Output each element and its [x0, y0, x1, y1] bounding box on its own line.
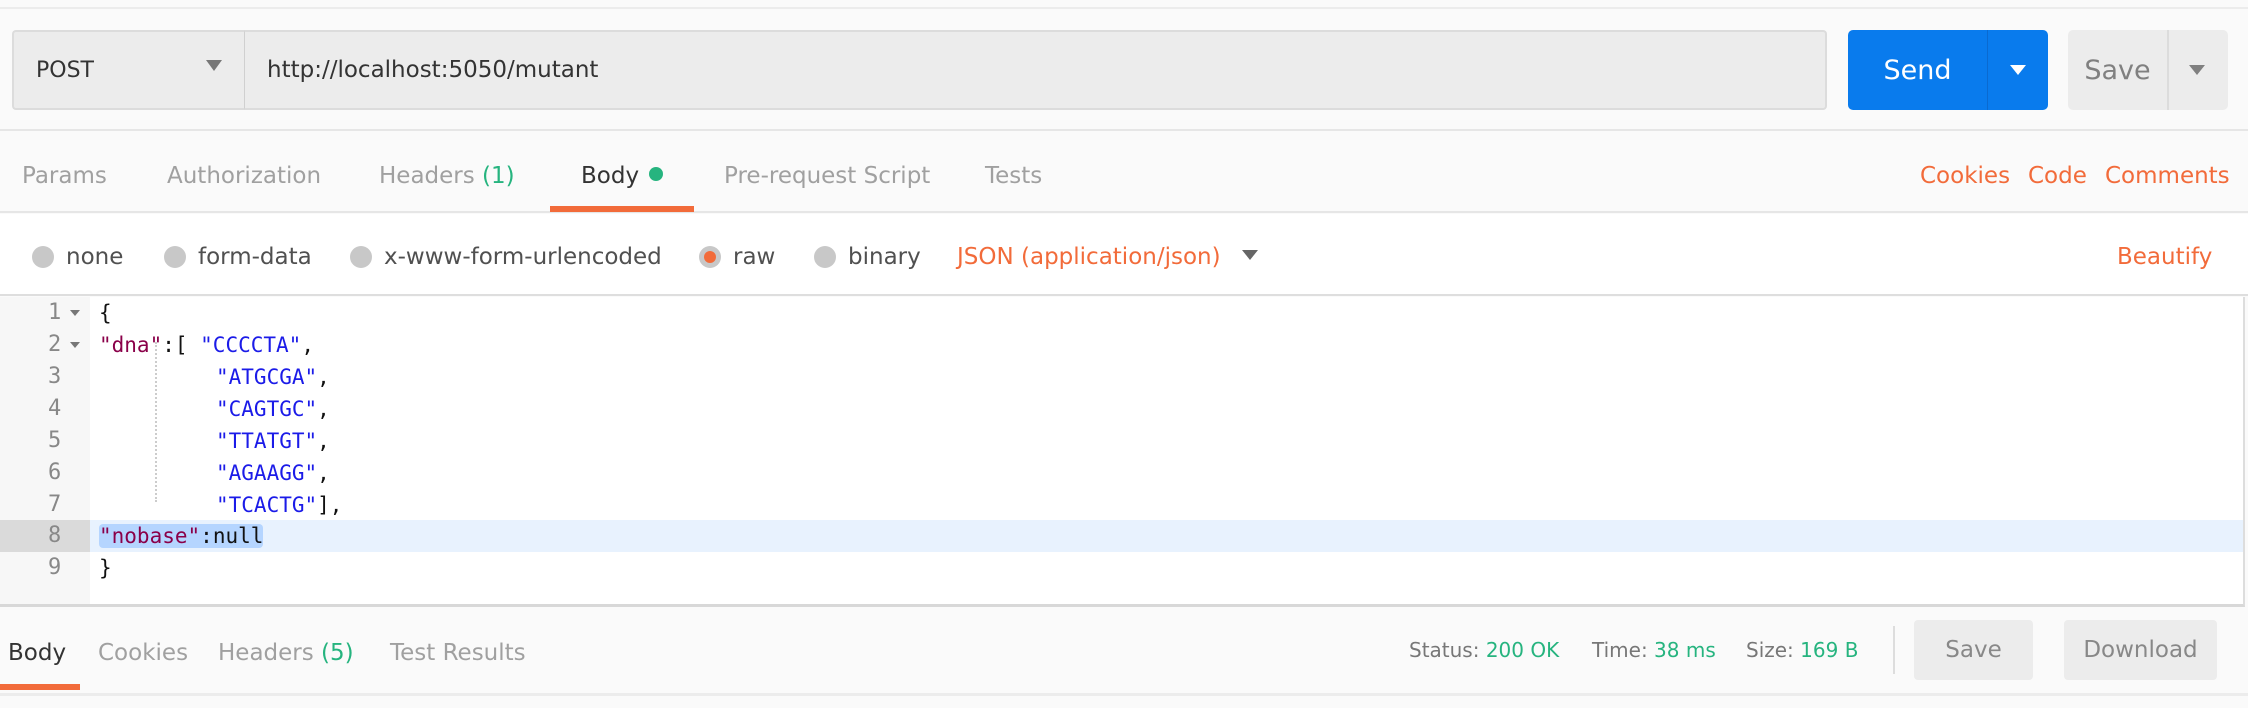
status-readout: Status: 200 OK [1409, 638, 1560, 662]
headers-count: (5) [321, 640, 354, 666]
url-input[interactable]: http://localhost:5050/mutant [245, 30, 1827, 110]
divider [1893, 626, 1895, 674]
active-response-tab-indicator [0, 684, 80, 690]
code-line: "ATGCGA", [216, 365, 330, 389]
radio-label: binary [848, 244, 921, 270]
response-tab-body[interactable]: Body [8, 640, 66, 666]
line-gutter: 1 2 3 4 5 6 7 8 9 [0, 297, 90, 604]
radio-none[interactable]: none [32, 244, 123, 270]
code-line: "dna":[ "CCCCTA", [99, 333, 314, 357]
tab-params[interactable]: Params [22, 163, 107, 189]
tab-label: Headers [218, 640, 314, 666]
tab-label: Body [581, 163, 640, 189]
download-button[interactable]: Download [2064, 620, 2217, 680]
response-tab-test-results[interactable]: Test Results [390, 640, 526, 666]
save-response-button[interactable]: Save [1914, 620, 2033, 680]
radio-label: form-data [198, 244, 312, 270]
radio-form-data[interactable]: form-data [164, 244, 312, 270]
beautify-link[interactable]: Beautify [2117, 244, 2212, 270]
headers-count: (1) [482, 163, 515, 189]
status-value: 200 OK [1485, 638, 1560, 662]
code-line: } [99, 556, 112, 580]
fold-icon[interactable] [70, 342, 80, 348]
radio-x-www-form-urlencoded[interactable]: x-www-form-urlencoded [350, 244, 662, 270]
cookies-link[interactable]: Cookies [1920, 163, 2010, 189]
current-line-highlight [90, 520, 2243, 552]
line-number: 5 [48, 428, 62, 453]
radio-raw[interactable]: raw [699, 244, 775, 270]
radio-selected-icon [699, 246, 721, 268]
line-number: 7 [48, 492, 62, 517]
code-link[interactable]: Code [2028, 163, 2087, 189]
radio-binary[interactable]: binary [814, 244, 921, 270]
tab-pre-request-script[interactable]: Pre-request Script [724, 163, 930, 189]
chevron-down-icon [206, 60, 222, 71]
line-number-current: 8 [0, 520, 90, 552]
response-bar: Body Cookies Headers (5) Test Results St… [0, 608, 2248, 696]
code-line: "TTATGT", [216, 429, 330, 453]
top-strip [0, 0, 2248, 9]
response-tab-headers[interactable]: Headers (5) [218, 640, 354, 666]
line-number: 4 [48, 396, 62, 421]
tab-tests[interactable]: Tests [985, 163, 1042, 189]
radio-label: x-www-form-urlencoded [384, 244, 662, 270]
time-value: 38 ms [1654, 638, 1716, 662]
send-button-group: Send [1848, 30, 2048, 110]
size-readout: Size: 169 B [1746, 638, 1859, 662]
save-button[interactable]: Save [2068, 30, 2167, 110]
response-tab-cookies[interactable]: Cookies [98, 640, 188, 666]
radio-label: none [66, 244, 124, 270]
request-tabs: Params Authorization Headers (1) Body Pr… [0, 133, 2248, 213]
url-value: http://localhost:5050/mutant [267, 57, 599, 83]
fold-icon[interactable] [70, 310, 80, 316]
save-options-button[interactable] [2169, 30, 2228, 110]
indent-guide [155, 342, 157, 502]
caret-down-icon[interactable] [1242, 250, 1258, 260]
radio-icon [164, 246, 186, 268]
code-line: "TCACTG"], [216, 493, 343, 517]
code-editor[interactable]: 1 2 3 4 5 6 7 8 9 { "dna":[ "CCCCTA", "A… [0, 297, 2245, 607]
save-button-group: Save [2068, 30, 2228, 110]
caret-down-icon [2010, 65, 2026, 75]
caret-down-icon [2189, 65, 2205, 75]
content-type-select[interactable]: JSON (application/json) [957, 244, 1221, 270]
code-line: "AGAAGG", [216, 461, 330, 485]
active-tab-indicator [550, 206, 694, 212]
tab-body[interactable]: Body [581, 163, 664, 189]
status-dot-icon [649, 167, 664, 181]
tab-headers[interactable]: Headers (1) [379, 163, 515, 189]
code-line: "CAGTGC", [216, 397, 330, 421]
line-number: 2 [0, 329, 90, 361]
radio-icon [350, 246, 372, 268]
line-number: 6 [48, 460, 62, 485]
send-button[interactable]: Send [1848, 30, 1987, 110]
time-readout: Time: 38 ms [1592, 638, 1716, 662]
line-number: 9 [48, 555, 62, 580]
method-value: POST [36, 57, 94, 83]
radio-icon [32, 246, 54, 268]
radio-label: raw [733, 244, 776, 270]
comments-link[interactable]: Comments [2105, 163, 2230, 189]
body-type-bar: none form-data x-www-form-urlencoded raw… [0, 214, 2248, 296]
text-selection: "nobase":null [99, 524, 264, 548]
code-line-selected: "nobase":null [99, 520, 264, 552]
tab-label: Headers [379, 163, 475, 189]
size-value: 169 B [1800, 638, 1859, 662]
tab-authorization[interactable]: Authorization [167, 163, 321, 189]
method-select[interactable]: POST [12, 30, 245, 110]
line-number: 1 [0, 297, 90, 329]
send-options-button[interactable] [1988, 30, 2048, 110]
code-line: { [99, 301, 112, 325]
line-number: 3 [48, 364, 62, 389]
radio-icon [814, 246, 836, 268]
